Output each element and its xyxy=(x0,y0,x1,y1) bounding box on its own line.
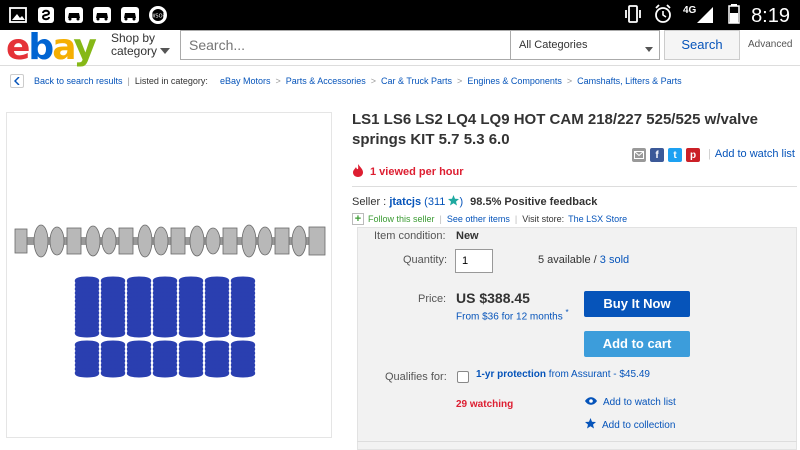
spring-coil xyxy=(230,368,256,378)
viewed-per-hour: 1 viewed per hour xyxy=(352,164,464,180)
eye-icon xyxy=(585,397,597,408)
add-to-cart-button[interactable]: Add to cart xyxy=(584,331,690,357)
seller-name-link[interactable]: jtatcjs xyxy=(389,196,421,208)
listing-title: LS1 LS6 LS2 LQ4 LQ9 HOT CAM 218/227 525/… xyxy=(352,111,759,148)
add-to-watch-list-link[interactable]: | Add to watch list xyxy=(708,148,795,160)
back-to-results-link[interactable]: Back to search results xyxy=(34,76,123,86)
star-icon xyxy=(448,195,460,206)
spring-coil xyxy=(74,328,100,338)
shazam-icon xyxy=(36,5,56,25)
car-icon xyxy=(64,5,84,25)
spring-coil xyxy=(152,368,178,378)
protection-checkbox[interactable] xyxy=(457,371,469,383)
follow-seller-link[interactable]: Follow this seller xyxy=(368,214,435,224)
qualifies-label: Qualifies for: xyxy=(385,371,447,383)
spring-coil xyxy=(230,328,256,338)
price-label: Price: xyxy=(418,293,447,305)
spring-coil xyxy=(204,368,230,378)
buy-it-now-button[interactable]: Buy It Now xyxy=(584,291,690,317)
category-select[interactable]: All Categories xyxy=(510,30,660,60)
divider xyxy=(352,186,797,187)
alarm-icon xyxy=(653,3,673,30)
feedback-score[interactable]: (311 ) xyxy=(424,195,463,208)
star-icon xyxy=(585,418,596,432)
availability: 5 available / 3 sold xyxy=(538,254,630,266)
seller-info: Seller : jtatcjs (311 ) 98.5% Positive f… xyxy=(352,195,598,208)
add-to-collection-button[interactable]: Add to collection xyxy=(585,418,675,432)
breadcrumb: Back to search results | Listed in categ… xyxy=(10,72,682,90)
chevron-left-icon[interactable] xyxy=(10,74,24,88)
spring-coil xyxy=(178,368,204,378)
condition-value: New xyxy=(456,230,479,242)
divider xyxy=(357,441,797,442)
search-input[interactable] xyxy=(180,30,510,60)
breadcrumb-item[interactable]: Engines & Components xyxy=(467,76,562,86)
share-bar: f t p xyxy=(632,148,700,162)
pinterest-icon[interactable]: p xyxy=(686,148,700,162)
spring-coil xyxy=(100,368,126,378)
spring-coil xyxy=(100,328,126,338)
facebook-icon[interactable]: f xyxy=(650,148,664,162)
network-label: 4G xyxy=(683,5,697,16)
spring-coil xyxy=(178,328,204,338)
vibrate-icon xyxy=(623,3,643,30)
battery-icon xyxy=(727,3,741,30)
advanced-search-link[interactable]: Advanced xyxy=(748,39,792,50)
car-icon xyxy=(120,5,140,25)
spring-coil xyxy=(204,328,230,338)
ebay-logo[interactable]: ebay xyxy=(6,30,97,66)
gallery-icon xyxy=(8,5,28,25)
site-header: ebay Shop by category All Categories Sea… xyxy=(0,30,800,66)
breadcrumb-item[interactable]: Parts & Accessories xyxy=(286,76,366,86)
wsop-icon: WSOP xyxy=(148,5,168,25)
car-icon xyxy=(92,5,112,25)
financing-link[interactable]: From $36 for 12 months * xyxy=(456,308,569,322)
chevron-down-icon xyxy=(645,43,653,55)
status-bar: WSOP 4G 8:19 xyxy=(0,0,800,30)
quantity-label: Quantity: xyxy=(403,254,448,266)
spring-coil xyxy=(152,328,178,338)
email-icon[interactable] xyxy=(632,148,646,162)
clock: 8:19 xyxy=(751,5,790,27)
fire-icon xyxy=(352,164,364,180)
product-image[interactable] xyxy=(6,112,332,438)
breadcrumb-item[interactable]: Car & Truck Parts xyxy=(381,76,452,86)
breadcrumb-item[interactable]: Camshafts, Lifters & Parts xyxy=(577,76,682,86)
chevron-down-icon[interactable] xyxy=(160,41,170,59)
breadcrumb-item[interactable]: eBay Motors xyxy=(220,76,271,86)
svg-text:WSOP: WSOP xyxy=(150,14,165,20)
condition-label: Item condition: xyxy=(374,230,446,242)
camshaft-image xyxy=(14,224,326,258)
valve-springs-image xyxy=(74,276,256,378)
seller-actions: + Follow this seller | See other items |… xyxy=(352,213,627,225)
plus-icon[interactable]: + xyxy=(352,213,364,225)
protection-link[interactable]: 1-yr protection from Assurant - $45.49 xyxy=(476,369,650,380)
twitter-icon[interactable]: t xyxy=(668,148,682,162)
see-other-items-link[interactable]: See other items xyxy=(447,214,510,224)
quantity-field[interactable] xyxy=(455,249,493,273)
listed-in-label: Listed in category: xyxy=(134,76,208,86)
positive-feedback: 98.5% Positive feedback xyxy=(470,196,598,208)
spring-coil xyxy=(126,368,152,378)
price-value: US $388.45 xyxy=(456,290,530,306)
sold-link[interactable]: 3 sold xyxy=(600,254,629,266)
signal-icon: 4G xyxy=(683,3,717,30)
add-to-watch-list-button[interactable]: Add to watch list xyxy=(585,397,676,408)
shop-by-category-button[interactable]: Shop by category xyxy=(111,32,157,58)
spring-coil xyxy=(74,368,100,378)
watching-count: 29 watching xyxy=(456,399,514,410)
search-button[interactable]: Search xyxy=(664,30,740,60)
store-link[interactable]: The LSX Store xyxy=(568,214,627,224)
spring-coil xyxy=(126,328,152,338)
